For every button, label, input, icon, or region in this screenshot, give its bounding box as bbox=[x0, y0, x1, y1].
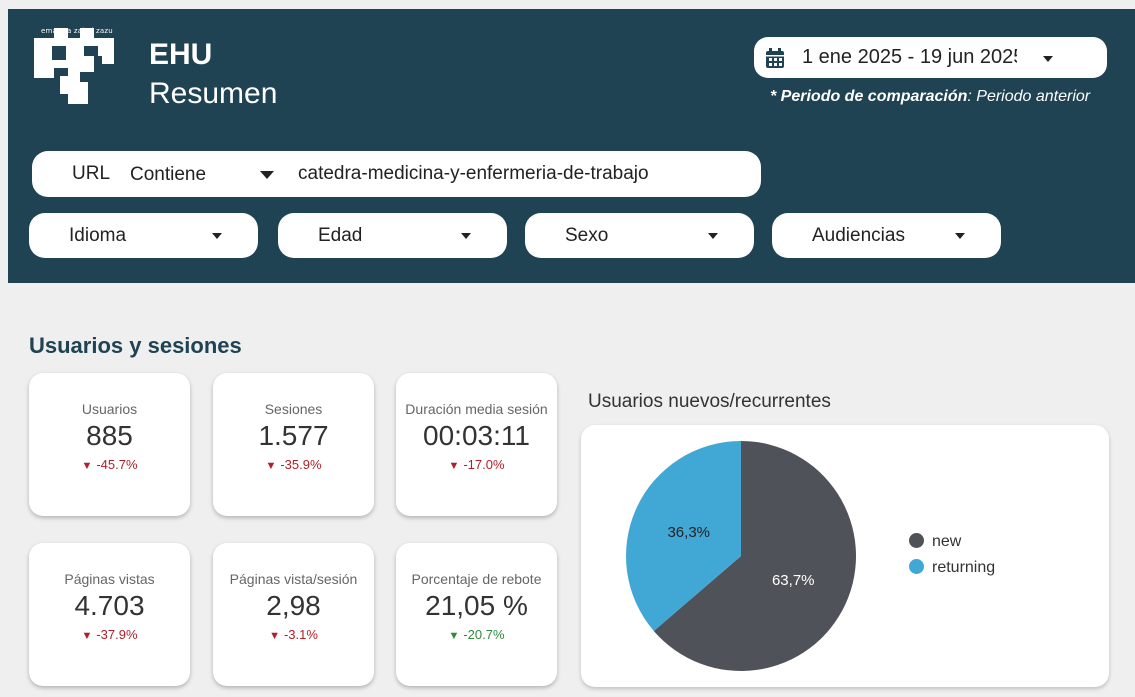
url-filter-label: URL bbox=[72, 163, 111, 184]
metric-card-paginas-vistas: Páginas vistas 4.703 ▼ -37.9% bbox=[29, 543, 190, 686]
page: eman ta zabal zazu EHU Resumen 1 ene 202… bbox=[0, 0, 1135, 697]
comparison-period: * Periodo de comparación: Periodo anteri… bbox=[770, 88, 1090, 106]
chevron-down-icon bbox=[955, 233, 965, 239]
legend-swatch bbox=[909, 533, 924, 548]
legend-swatch bbox=[909, 559, 924, 574]
legend-item-new[interactable]: new bbox=[909, 533, 961, 551]
url-filter[interactable]: URL Contiene catedra-medicina-y-enfermer… bbox=[32, 151, 761, 197]
filter-sexo[interactable]: Sexo bbox=[525, 213, 754, 258]
metric-delta-value: -37.9% bbox=[96, 627, 138, 642]
metric-value: 21,05 % bbox=[425, 590, 528, 621]
metric-delta: ▼ -17.0% bbox=[396, 457, 557, 472]
metric-card-rebote: Porcentaje de rebote 21,05 % ▼ -20.7% bbox=[396, 543, 557, 686]
metric-card-paginas-sesion: Páginas vista/sesión 2,98 ▼ -3.1% bbox=[213, 543, 374, 686]
pie-label-returning: 36,3% bbox=[667, 524, 710, 541]
legend-item-returning[interactable]: returning bbox=[909, 559, 995, 577]
date-range-text: 1 ene 2025 - 19 jun 2025 bbox=[802, 46, 1017, 68]
comparison-label: * Periodo de comparación bbox=[770, 88, 968, 105]
url-operator-select[interactable]: Contiene bbox=[130, 164, 206, 186]
filter-label: Idioma bbox=[69, 225, 127, 246]
metric-card-duracion: Duración media sesión 00:03:11 ▼ -17.0% bbox=[396, 373, 557, 516]
arrow-down-icon: ▼ bbox=[448, 630, 460, 642]
section-title: Usuarios y sesiones bbox=[29, 333, 242, 358]
filter-audiencias[interactable]: Audiencias bbox=[772, 213, 1001, 258]
comparison-value: : Periodo anterior bbox=[967, 88, 1091, 105]
metric-delta-value: -35.9% bbox=[280, 457, 322, 472]
metric-label: Páginas vistas bbox=[64, 571, 155, 587]
arrow-down-icon: ▼ bbox=[269, 630, 280, 642]
url-filter-input[interactable]: catedra-medicina-y-enfermeria-de-trabajo bbox=[298, 163, 649, 185]
filter-label: Sexo bbox=[565, 225, 609, 246]
metric-value: 4.703 bbox=[74, 590, 145, 621]
metric-delta: ▼ -3.1% bbox=[213, 627, 374, 642]
filter-label: Audiencias bbox=[812, 225, 905, 246]
org-name: EHU bbox=[149, 38, 213, 71]
filter-idioma[interactable]: Idioma bbox=[29, 213, 258, 258]
calendar-icon bbox=[766, 48, 784, 68]
metric-delta: ▼ -37.9% bbox=[29, 627, 190, 642]
chevron-down-icon bbox=[708, 233, 718, 239]
arrow-down-icon: ▼ bbox=[81, 630, 93, 642]
metric-label: Páginas vista/sesión bbox=[229, 571, 358, 587]
pie-chart-card: 63,7% 36,3% new returning bbox=[581, 425, 1109, 687]
filter-edad[interactable]: Edad bbox=[278, 213, 507, 258]
chart-title: Usuarios nuevos/recurrentes bbox=[588, 391, 831, 412]
metric-delta: ▼ -35.9% bbox=[213, 457, 374, 472]
arrow-down-icon: ▼ bbox=[265, 460, 277, 472]
arrow-down-icon: ▼ bbox=[448, 460, 460, 472]
metric-label: Duración media sesión bbox=[405, 401, 548, 417]
metric-label: Sesiones bbox=[264, 401, 323, 417]
legend-label: returning bbox=[932, 559, 996, 576]
chevron-down-icon[interactable] bbox=[260, 171, 274, 179]
chevron-down-icon bbox=[461, 233, 471, 239]
metric-card-sesiones: Sesiones 1.577 ▼ -35.9% bbox=[213, 373, 374, 516]
metric-delta-value: -45.7% bbox=[96, 457, 138, 472]
filter-label: Edad bbox=[318, 225, 363, 246]
metric-delta-value: -17.0% bbox=[463, 457, 505, 472]
metric-delta: ▼ -45.7% bbox=[29, 457, 190, 472]
chevron-down-icon bbox=[212, 233, 222, 239]
arrow-down-icon: ▼ bbox=[81, 460, 93, 472]
metric-delta-value: -3.1% bbox=[283, 627, 318, 642]
metric-label: Porcentaje de rebote bbox=[411, 571, 542, 587]
pie-label-new: 63,7% bbox=[772, 572, 815, 589]
metric-value: 885 bbox=[86, 420, 133, 451]
metric-delta-value: -20.7% bbox=[463, 627, 505, 642]
metric-value: 2,98 bbox=[266, 590, 321, 621]
metric-value: 00:03:11 bbox=[423, 420, 530, 451]
metric-value: 1.577 bbox=[258, 420, 329, 451]
legend-label: new bbox=[932, 533, 962, 550]
metric-label: Usuarios bbox=[81, 401, 138, 417]
metric-delta: ▼ -20.7% bbox=[396, 627, 557, 642]
pie-chart: 63,7% 36,3% bbox=[626, 441, 856, 671]
logo-motto: eman ta zabal zazu bbox=[41, 27, 113, 35]
chevron-down-icon bbox=[1043, 56, 1053, 62]
date-range-picker[interactable]: 1 ene 2025 - 19 jun 2025 bbox=[754, 37, 1107, 78]
page-title: Resumen bbox=[149, 77, 278, 110]
metric-card-usuarios: Usuarios 885 ▼ -45.7% bbox=[29, 373, 190, 516]
